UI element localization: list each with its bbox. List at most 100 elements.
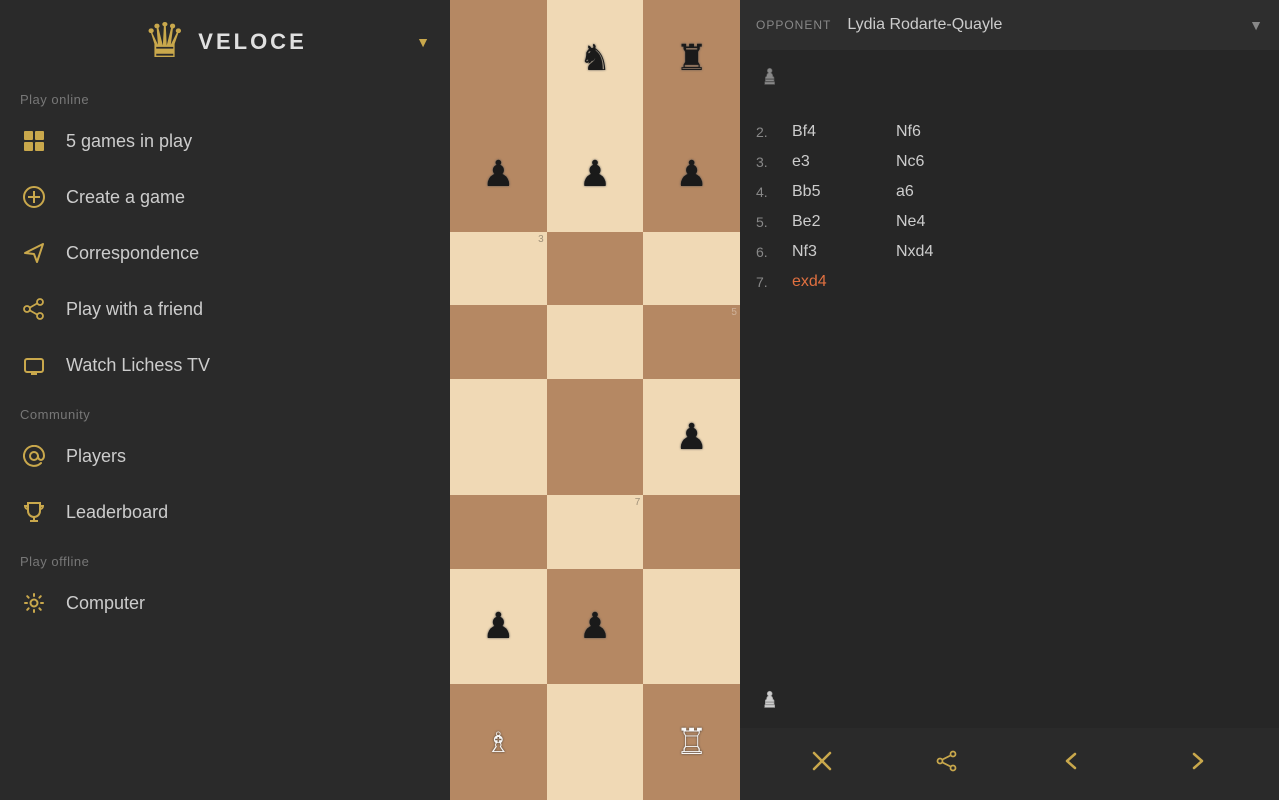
move-black: Ne4 [896,213,996,231]
sidebar-item-play-friend[interactable]: Play with a friend [0,281,450,337]
board-cell: 3 [450,232,547,306]
move-white: Nf3 [792,243,892,261]
move-black: Nxd4 [896,243,996,261]
sidebar-item-computer[interactable]: Computer [0,575,450,631]
opponent-name: Lydia Rodarte-Quayle [847,16,1233,34]
board-cell: ♟ [643,379,740,495]
at-icon [20,442,48,470]
move-white: Bf4 [792,123,892,141]
board-cell [547,684,644,800]
sidebar: ♛ VELOCE ▼ Play online 5 games in play C… [0,0,450,800]
play-online-label: Play online [0,78,450,113]
chess-piece: ♞ [579,37,611,79]
sidebar-item-leaderboard[interactable]: Leaderboard [0,484,450,540]
dropdown-arrow-icon[interactable]: ▼ [416,34,430,50]
board-cell [547,379,644,495]
board-cell [450,495,547,569]
board-cell: ♟ [450,569,547,685]
board-cell [547,305,644,379]
chess-piece: ♟ [482,605,514,647]
move-number: 5. [756,214,788,230]
moves-list: 2. Bf4 Nf6 3. e3 Nc6 4. Bb5 a6 5. Be2 Ne… [740,109,1279,677]
play-friend-label: Play with a friend [66,299,203,320]
share-icon [20,295,48,323]
correspondence-label: Correspondence [66,243,199,264]
board-cell: ♜ [643,0,740,116]
move-row: 3. e3 Nc6 [756,147,1263,177]
board-cell: ♖ [643,684,740,800]
board-cell [450,305,547,379]
create-game-label: Create a game [66,187,185,208]
board-cell [643,495,740,569]
sidebar-item-correspondence[interactable]: Correspondence [0,225,450,281]
board-cell [450,0,547,116]
board-cell: ♞ [547,0,644,116]
sidebar-item-games-in-play[interactable]: 5 games in play [0,113,450,169]
move-white-highlight: exd4 [792,273,892,291]
forward-button[interactable] [1170,742,1224,786]
board-cell: ♟ [643,116,740,232]
board-cell: ♟ [450,116,547,232]
move-row: 4. Bb5 a6 [756,177,1263,207]
app-title: VELOCE [198,29,306,55]
resign-button[interactable] [795,742,849,786]
board-cell [643,569,740,685]
move-white: e3 [792,153,892,171]
opponent-bar: OPPONENT Lydia Rodarte-Quayle ▼ [740,0,1279,50]
chess-piece: ♖ [676,721,708,763]
leaderboard-label: Leaderboard [66,502,168,523]
chess-piece: ♟ [676,153,708,195]
board-cell: ♟ [547,569,644,685]
chess-board-area: ♞ ♜ ♟ ♟ ♟ 3 5 ♟ [450,0,740,800]
move-number: 7. [756,274,788,290]
move-black: Nc6 [896,153,996,171]
sidebar-header: ♛ VELOCE ▼ [0,0,450,78]
chess-piece: ♟ [676,416,708,458]
chess-piece: ♟ [482,153,514,195]
watch-tv-label: Watch Lichess TV [66,355,210,376]
move-row: 5. Be2 Ne4 [756,207,1263,237]
sidebar-item-create-game[interactable]: Create a game [0,169,450,225]
move-row: 7. exd4 [756,267,1263,297]
sidebar-item-watch-tv[interactable]: Watch Lichess TV [0,337,450,393]
tv-icon [20,351,48,379]
chess-piece: ♟ [579,153,611,195]
board-cell: ♗ [450,684,547,800]
chess-piece: ♟ [579,605,611,647]
board-cell: 5 [643,305,740,379]
move-white: Bb5 [792,183,892,201]
opponent-label: OPPONENT [756,18,831,32]
games-in-play-label: 5 games in play [66,131,192,152]
move-number: 2. [756,124,788,140]
move-number: 3. [756,154,788,170]
board-cell [643,232,740,306]
board-cell [547,232,644,306]
plus-circle-icon [20,183,48,211]
share-button[interactable] [920,742,974,786]
logo-icon: ♛ [143,18,186,66]
player-piece-icon [740,677,1279,728]
computer-label: Computer [66,593,145,614]
opponent-piece-icon [740,50,1279,109]
move-row: 6. Nf3 Nxd4 [756,237,1263,267]
board-cell: 7 [547,495,644,569]
chess-piece: ♗ [486,726,511,759]
move-number: 6. [756,244,788,260]
move-black: Nf6 [896,123,996,141]
move-white: Be2 [792,213,892,231]
chess-piece: ♜ [676,37,708,79]
paper-plane-icon [20,239,48,267]
filter-icon[interactable]: ▼ [1249,17,1263,33]
move-black: a6 [896,183,996,201]
move-row: 2. Bf4 Nf6 [756,117,1263,147]
community-label: Community [0,393,450,428]
gear-icon [20,589,48,617]
board-cell: ♟ [547,116,644,232]
board-cell [450,379,547,495]
move-number: 4. [756,184,788,200]
right-panel: OPPONENT Lydia Rodarte-Quayle ▼ 2. Bf4 N… [740,0,1279,800]
play-offline-label: Play offline [0,540,450,575]
players-label: Players [66,446,126,467]
sidebar-item-players[interactable]: Players [0,428,450,484]
back-button[interactable] [1045,742,1099,786]
